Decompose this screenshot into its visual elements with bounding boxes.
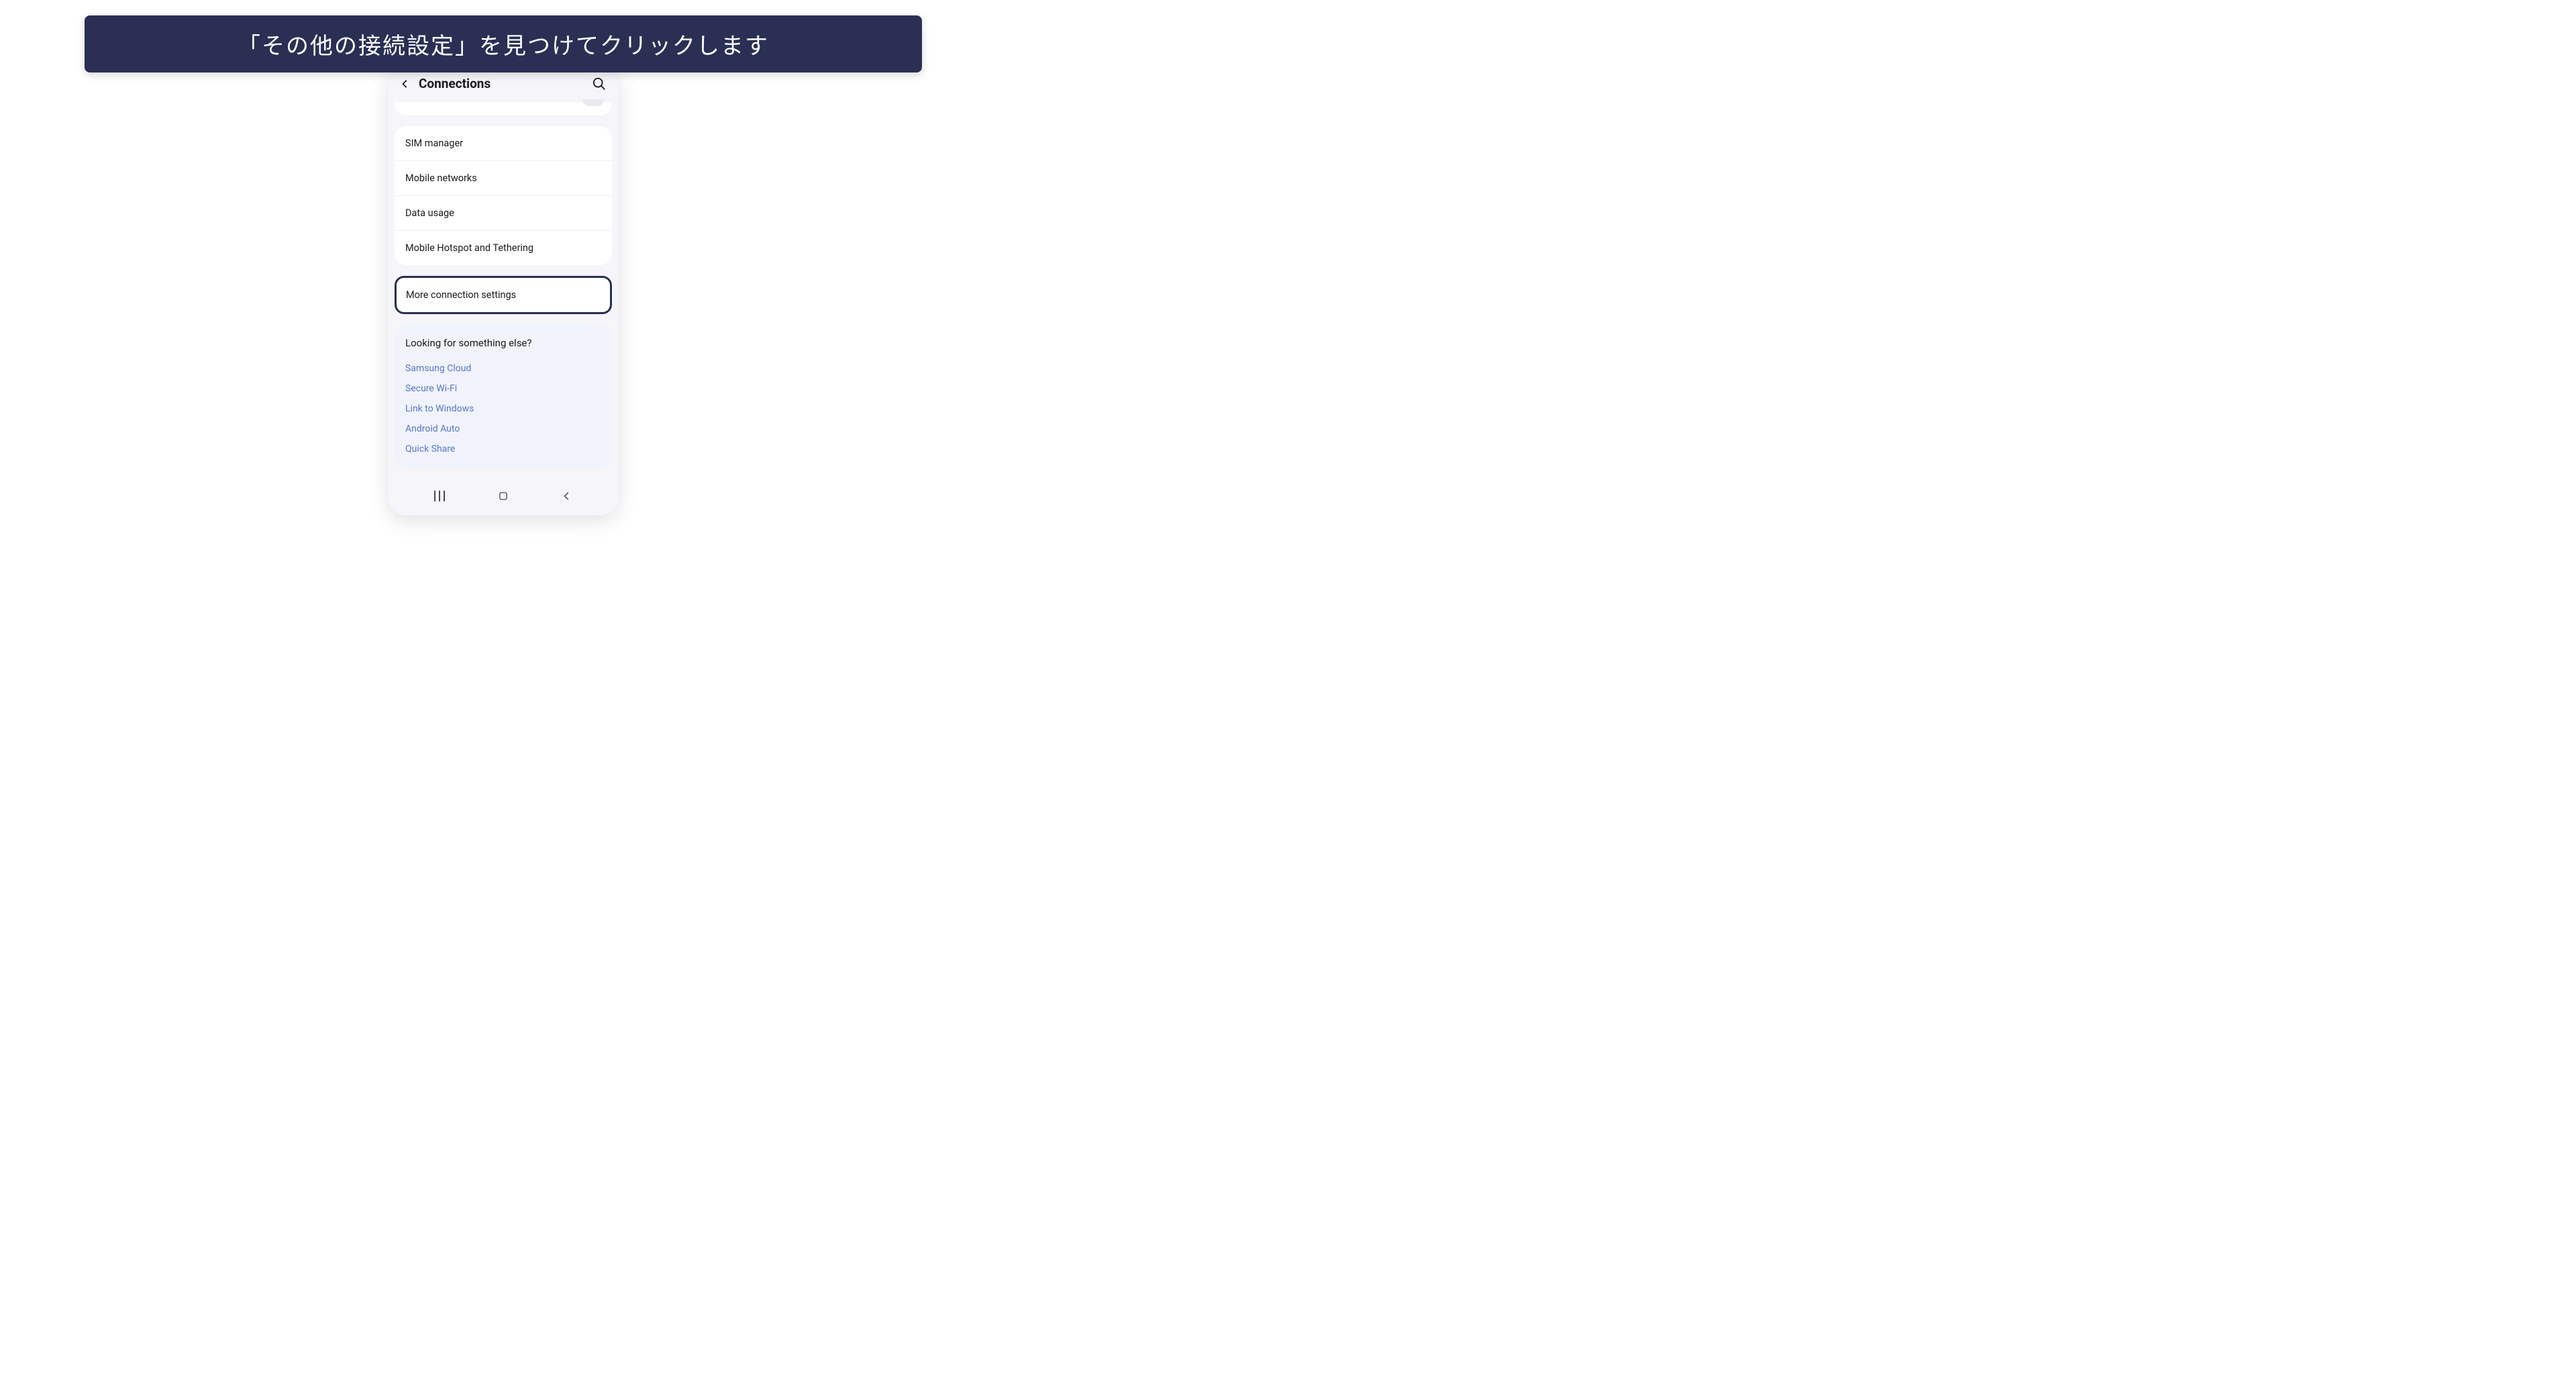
suggestion-link-label: Link to Windows [405, 403, 474, 414]
phone-frame: Connections SIM manager Mobile networks … [388, 70, 619, 515]
partial-toggle-row [395, 102, 612, 115]
settings-item-label: More connection settings [406, 289, 516, 301]
nav-recents-button[interactable] [432, 489, 447, 503]
settings-item-more-connection-settings[interactable]: More connection settings [395, 276, 612, 314]
search-icon[interactable] [592, 77, 607, 91]
nav-back-button[interactable] [560, 489, 574, 503]
suggestion-link-label: Android Auto [405, 424, 460, 434]
home-icon [497, 490, 509, 502]
suggestion-link-secure-wifi[interactable]: Secure Wi-Fi [405, 379, 601, 399]
settings-item-label: SIM manager [405, 138, 463, 149]
settings-item-mobile-networks[interactable]: Mobile networks [395, 161, 612, 196]
suggestions-group: Looking for something else? Samsung Clou… [395, 325, 612, 469]
settings-item-label: Mobile networks [405, 173, 477, 184]
instruction-banner: 「その他の接続設定」を見つけてクリックします [85, 15, 922, 72]
settings-item-label: Mobile Hotspot and Tethering [405, 242, 533, 254]
back-icon [562, 491, 572, 501]
suggestion-link-samsung-cloud[interactable]: Samsung Cloud [405, 358, 601, 379]
suggestion-link-quick-share[interactable]: Quick Share [405, 439, 601, 459]
header-bar: Connections [388, 70, 619, 102]
suggestions-title: Looking for something else? [405, 337, 601, 349]
nav-home-button[interactable] [496, 489, 511, 503]
suggestion-link-label: Quick Share [405, 444, 455, 454]
android-nav-bar [388, 477, 619, 510]
back-icon[interactable] [400, 79, 411, 89]
settings-item-data-usage[interactable]: Data usage [395, 196, 612, 231]
settings-group: SIM manager Mobile networks Data usage M… [395, 126, 612, 265]
recents-icon [434, 491, 445, 501]
page-title: Connections [419, 76, 584, 91]
suggestion-link-label: Secure Wi-Fi [405, 383, 457, 394]
suggestion-link-android-auto[interactable]: Android Auto [405, 419, 601, 439]
settings-item-label: Data usage [405, 207, 454, 219]
suggestion-link-link-to-windows[interactable]: Link to Windows [405, 399, 601, 419]
settings-item-hotspot-tethering[interactable]: Mobile Hotspot and Tethering [395, 231, 612, 265]
settings-item-sim-manager[interactable]: SIM manager [395, 126, 612, 161]
suggestion-link-label: Samsung Cloud [405, 363, 471, 374]
instruction-text: 「その他の接続設定」を見つけてクリックします [238, 33, 769, 60]
